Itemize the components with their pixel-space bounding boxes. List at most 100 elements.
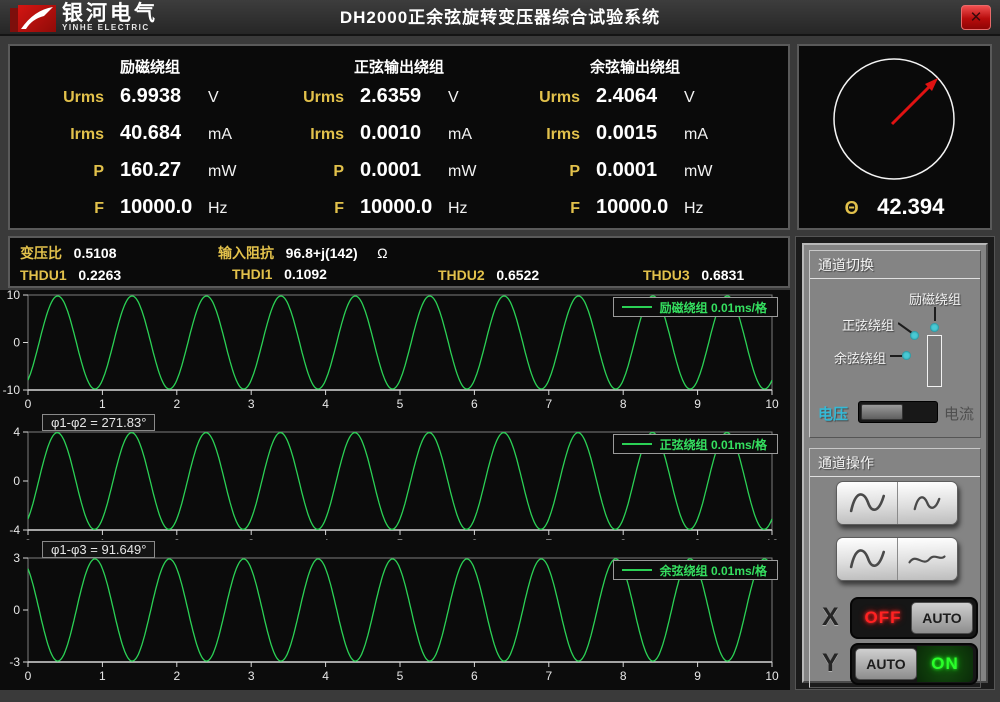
svg-text:3: 3 <box>13 551 20 565</box>
measure-unit: mA <box>684 126 708 144</box>
measure-label: Urms <box>272 89 344 107</box>
group-title-excitation: 励磁绕组 <box>32 56 272 77</box>
group-title-sine: 正弦输出绕组 <box>272 56 512 77</box>
winding-label-sine: 正弦绕组 <box>842 315 894 334</box>
measure-value: 2.6359 <box>344 85 448 108</box>
y-on-state[interactable]: ON <box>917 646 973 682</box>
measure-unit: Hz <box>684 200 704 218</box>
legend-label: 余弦绕组 0.01ms/格 <box>660 562 767 579</box>
measure-unit: mW <box>684 163 712 181</box>
excitation-node-dot[interactable] <box>930 323 939 332</box>
measure-row: P0.0001mW <box>272 159 512 196</box>
impedance-label: 输入阻抗 <box>218 245 274 261</box>
measure-value: 10000.0 <box>580 196 684 219</box>
winding-label-cosine: 余弦绕组 <box>834 348 886 367</box>
measure-label: P <box>272 163 344 181</box>
measure-value: 6.9938 <box>104 85 208 108</box>
channel-selector-slider[interactable] <box>927 335 942 387</box>
legend-line-icon <box>622 306 652 308</box>
svg-text:5: 5 <box>397 397 404 411</box>
chart-legend: 正弦绕组 0.01ms/格 <box>613 434 778 454</box>
x-off-state[interactable]: OFF <box>855 608 911 628</box>
measure-row: Irms40.684mA <box>32 122 272 159</box>
measure-unit: V <box>448 89 459 107</box>
channel-switch-title: 通道切换 <box>810 251 980 279</box>
legend-line-icon <box>622 569 652 571</box>
svg-text:8: 8 <box>620 397 627 411</box>
measure-label: Urms <box>32 89 104 107</box>
svg-text:4: 4 <box>322 669 329 683</box>
channel-ops-group: 通道操作 <box>809 448 981 688</box>
measure-unit: V <box>684 89 695 107</box>
waveform-rocker-button-1[interactable] <box>836 481 958 525</box>
channel-ops-title: 通道操作 <box>810 449 980 477</box>
measure-value: 10000.0 <box>104 196 208 219</box>
measure-row: Urms6.9938V <box>32 85 272 122</box>
measure-unit: mA <box>448 126 472 144</box>
voltage-label: 电压 <box>818 403 848 424</box>
svg-text:6: 6 <box>471 397 478 411</box>
close-button[interactable]: ✕ <box>961 5 991 30</box>
measure-row: Urms2.6359V <box>272 85 512 122</box>
svg-text:-10: -10 <box>3 383 21 397</box>
measure-unit: mW <box>208 163 236 181</box>
x-auto-button[interactable]: AUTO <box>911 602 973 634</box>
x-axis-label: X <box>822 603 839 632</box>
chart-legend: 励磁绕组 0.01ms/格 <box>613 297 778 317</box>
measure-label: F <box>32 200 104 218</box>
page-title: DH2000正余弦旋转变压器综合试验系统 <box>0 0 1000 36</box>
svg-text:0: 0 <box>13 474 20 488</box>
svg-text:-3: -3 <box>9 655 20 669</box>
connector-line <box>890 355 902 357</box>
measure-value: 10000.0 <box>344 196 448 219</box>
x-channel-toggle[interactable]: OFF AUTO <box>850 597 978 639</box>
svg-text:5: 5 <box>397 669 404 683</box>
thdu2-value: 0.6522 <box>496 267 539 283</box>
svg-text:7: 7 <box>545 397 552 411</box>
svg-text:10: 10 <box>765 669 779 683</box>
measure-value: 0.0001 <box>344 159 448 182</box>
svg-text:0: 0 <box>13 603 20 617</box>
sine-wave-icon <box>905 544 949 574</box>
thdu2-label: THDU2 <box>438 267 485 283</box>
measure-value: 0.0010 <box>344 122 448 145</box>
measure-row: Irms0.0010mA <box>272 122 512 159</box>
measure-value: 160.27 <box>104 159 208 182</box>
measure-value: 40.684 <box>104 122 208 145</box>
sine-node-dot[interactable] <box>910 331 919 340</box>
svg-text:3: 3 <box>248 397 255 411</box>
svg-text:10: 10 <box>765 397 779 411</box>
waveform-chart-excitation: 100-10012345678910 励磁绕组 0.01ms/格 <box>0 288 790 412</box>
measure-unit: mA <box>208 126 232 144</box>
measure-label: Irms <box>32 126 104 144</box>
legend-label: 正弦绕组 0.01ms/格 <box>660 436 767 453</box>
legend-line-icon <box>622 443 652 445</box>
voltage-current-toggle[interactable] <box>858 401 938 423</box>
svg-text:1: 1 <box>99 397 106 411</box>
measure-row: P160.27mW <box>32 159 272 196</box>
y-auto-button[interactable]: AUTO <box>855 648 917 680</box>
thdu1-label: THDU1 <box>20 267 67 283</box>
current-label: 电流 <box>944 403 974 424</box>
measure-value: 2.4064 <box>580 85 684 108</box>
chart-legend: 余弦绕组 0.01ms/格 <box>613 560 778 580</box>
svg-text:-4: -4 <box>9 523 20 537</box>
waveform-rocker-button-2[interactable] <box>836 537 958 581</box>
measure-row: F10000.0Hz <box>508 196 748 233</box>
y-channel-toggle[interactable]: AUTO ON <box>850 643 978 685</box>
phase-annotation-1-2: φ1-φ2 = 271.83° <box>42 414 155 431</box>
waveform-chart-cosine: 30-3012345678910 φ1-φ3 = 91.649° 余弦绕组 0.… <box>0 540 790 690</box>
measure-label: Urms <box>508 89 580 107</box>
svg-text:4: 4 <box>322 397 329 411</box>
control-panel: 通道切换 励磁绕组 正弦绕组 余弦绕组 电压 电流 通道操作 <box>795 236 995 690</box>
toggle-knob[interactable] <box>861 404 903 420</box>
thdi1-value: 0.1092 <box>284 266 327 282</box>
cosine-node-dot[interactable] <box>902 351 911 360</box>
measure-label: F <box>508 200 580 218</box>
measure-label: P <box>508 163 580 181</box>
svg-text:6: 6 <box>471 669 478 683</box>
svg-text:4: 4 <box>13 425 20 439</box>
measure-label: F <box>272 200 344 218</box>
svg-text:0: 0 <box>13 336 20 350</box>
svg-text:10: 10 <box>7 288 21 302</box>
